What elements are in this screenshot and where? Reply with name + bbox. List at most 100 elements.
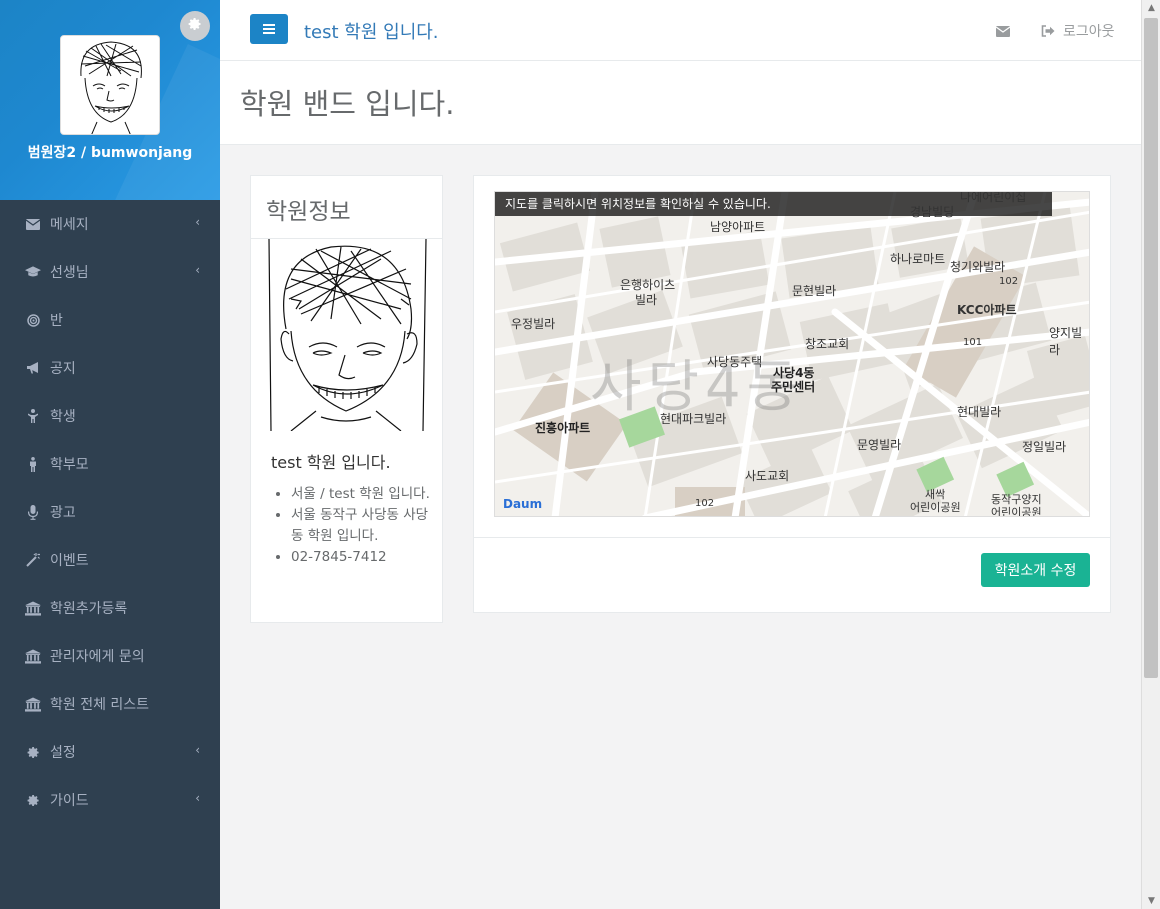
map-card: 지도를 클릭하시면 위치정보를 확인하실 수 있습니다. 사당4동 남양아파트 …	[473, 175, 1111, 613]
map-place-label: 사당동주택	[707, 355, 763, 369]
sidebar-item-label: 광고	[50, 505, 76, 521]
map-place-label: 우정빌라	[511, 317, 556, 331]
graduation-cap-icon	[25, 266, 41, 278]
sidebar-item-label: 가이드	[50, 793, 89, 809]
hamburger-icon	[263, 24, 275, 34]
bullseye-icon	[25, 313, 41, 327]
map-place-label: 어린이공원	[991, 506, 1042, 517]
microphone-icon	[25, 504, 41, 520]
chevron-left-icon: ‹	[195, 215, 200, 229]
avatar[interactable]	[60, 35, 160, 135]
sidebar-item-label: 공지	[50, 361, 76, 377]
top-navbar: test 학원 입니다. 로그아웃	[220, 0, 1141, 61]
sidebar-item-label: 학생	[50, 409, 76, 425]
page-heading: 학원 밴드 입니다.	[220, 61, 1141, 145]
gear-icon	[188, 18, 201, 30]
map-place-label: 남양아파트	[710, 220, 766, 234]
navbar-title: test 학원 입니다.	[304, 22, 439, 43]
child-icon	[25, 409, 41, 423]
logout-label: 로그아웃	[1063, 24, 1115, 40]
sidebar-item-label: 학부모	[50, 457, 89, 473]
sidebar: 범원장2 / bumwonjang 메세지 ‹ 선생님 ‹ 반 공지 학생 학부…	[0, 0, 220, 909]
male-icon	[25, 456, 41, 472]
logout-link[interactable]: 로그아웃	[1041, 21, 1115, 41]
academy-details-list: 서울 / test 학원 입니다. 서울 동작구 사당동 사당동 학원 입니다.…	[251, 484, 431, 568]
page-scrollbar[interactable]: ▲ ▼	[1141, 0, 1160, 909]
sidebar-item-notices[interactable]: 공지	[0, 344, 220, 392]
map-place-label: 문현빌라	[792, 284, 837, 298]
map-place-label: 하나로마트	[890, 252, 946, 266]
card-divider	[474, 537, 1110, 538]
sidebar-item-parents[interactable]: 학부모	[0, 440, 220, 488]
user-name[interactable]: 범원장2 / bumwonjang	[0, 142, 220, 162]
map-place-label: 양지빌라	[1049, 326, 1083, 357]
chevron-left-icon: ‹	[195, 791, 200, 805]
sidebar-item-label: 반	[50, 313, 63, 329]
map-place-label: 어린이공원	[910, 501, 961, 514]
menu-toggle-button[interactable]	[250, 14, 288, 44]
bank-icon	[25, 696, 41, 712]
magic-wand-icon	[25, 553, 41, 567]
map-place-label: 빌라	[635, 293, 658, 307]
sidebar-item-events[interactable]: 이벤트	[0, 536, 220, 584]
academy-name: test 학원 입니다.	[271, 453, 391, 472]
chevron-left-icon: ‹	[195, 263, 200, 277]
sidebar-item-teachers[interactable]: 선생님 ‹	[0, 248, 220, 296]
sign-out-icon	[1041, 25, 1055, 37]
sidebar-item-guide[interactable]: 가이드 ‹	[0, 776, 220, 824]
academy-photo	[261, 239, 431, 431]
sidebar-item-label: 이벤트	[50, 553, 89, 569]
sidebar-item-add-academy[interactable]: 학원추가등록	[0, 584, 220, 632]
map-place-label: 102	[695, 498, 715, 509]
sidebar-profile-header: 범원장2 / bumwonjang	[0, 0, 220, 200]
settings-gear-button[interactable]	[180, 11, 210, 41]
chevron-left-icon: ‹	[195, 743, 200, 757]
location-map[interactable]: 지도를 클릭하시면 위치정보를 확인하실 수 있습니다. 사당4동 남양아파트 …	[494, 191, 1090, 517]
envelope-icon	[25, 218, 41, 230]
map-place-label: 102	[999, 276, 1019, 287]
map-place-label: 주민센터	[771, 380, 816, 394]
cog-icon	[25, 794, 41, 807]
edit-intro-button[interactable]: 학원소개 수정	[981, 553, 1090, 587]
sidebar-item-label: 관리자에게 문의	[50, 649, 145, 665]
sidebar-item-ads[interactable]: 광고	[0, 488, 220, 536]
sidebar-item-label: 선생님	[50, 265, 89, 281]
academy-info-card: 학원정보 test 학원 입니다. 서울 / test 학원 입니다.	[250, 175, 443, 623]
sidebar-item-academy-list[interactable]: 학원 전체 리스트	[0, 680, 220, 728]
sidebar-item-messages[interactable]: 메세지 ‹	[0, 200, 220, 248]
bank-icon	[25, 600, 41, 616]
map-place-label: 101	[963, 337, 983, 348]
map-place-label: 현대빌라	[957, 405, 1002, 419]
envelope-icon	[995, 26, 1011, 37]
scroll-up-arrow-icon[interactable]: ▲	[1142, 0, 1160, 16]
academy-address: 서울 동작구 사당동 사당동 학원 입니다.	[291, 505, 431, 547]
sidebar-item-label: 학원 전체 리스트	[50, 697, 150, 713]
map-place-label: 현대파크빌라	[660, 412, 727, 426]
sidebar-item-classes[interactable]: 반	[0, 296, 220, 344]
bullhorn-icon	[25, 362, 41, 374]
map-place-label: 문영빌라	[857, 438, 902, 452]
map-place-label: 나에어린이집	[960, 191, 1027, 204]
daum-logo: Daum	[503, 497, 543, 511]
sidebar-item-students[interactable]: 학생	[0, 392, 220, 440]
map-place-label: 창조교회	[805, 337, 850, 351]
map-place-label: 경남빌딩	[910, 205, 955, 219]
sidebar-item-settings[interactable]: 설정 ‹	[0, 728, 220, 776]
bank-icon	[25, 648, 41, 664]
sidebar-nav: 메세지 ‹ 선생님 ‹ 반 공지 학생 학부모 광고 이벤트 학원추가등록 관리…	[0, 200, 220, 824]
map-place-label: KCC아파트	[957, 303, 1017, 317]
scrollbar-thumb[interactable]	[1144, 18, 1158, 678]
map-place-label: 진흥아파트	[535, 421, 591, 435]
cog-icon	[25, 746, 41, 759]
sidebar-item-label: 학원추가등록	[50, 601, 128, 617]
scroll-down-arrow-icon[interactable]: ▼	[1142, 893, 1160, 909]
academy-phone: 02-7845-7412	[291, 547, 431, 568]
sidebar-item-label: 설정	[50, 745, 76, 761]
page-title: 학원 밴드 입니다.	[240, 87, 455, 121]
sidebar-item-label: 메세지	[50, 217, 89, 233]
academy-region: 서울 / test 학원 입니다.	[291, 484, 431, 505]
map-place-label: 청기와빌라	[950, 260, 1006, 274]
sidebar-item-contact-admin[interactable]: 관리자에게 문의	[0, 632, 220, 680]
mail-button[interactable]	[995, 22, 1011, 41]
card-title: 학원정보	[251, 176, 442, 239]
